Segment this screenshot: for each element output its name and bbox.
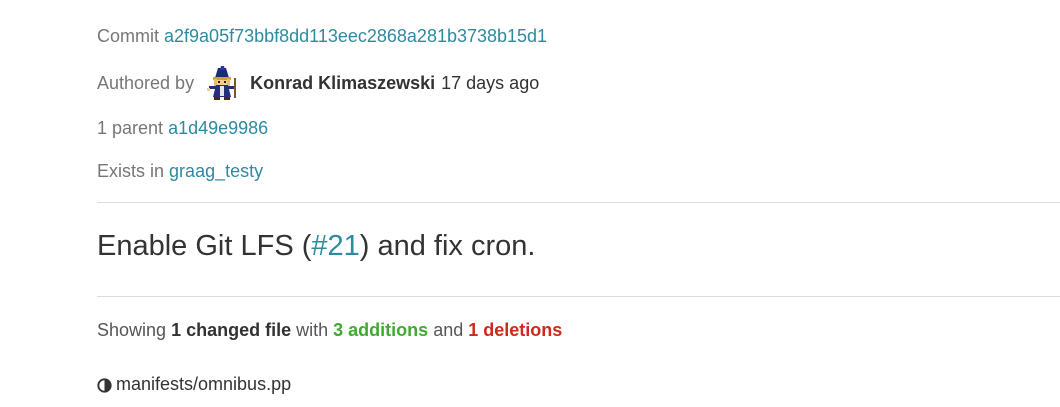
exists-row: Exists in graag_testy	[97, 161, 263, 182]
commit-label: Commit	[97, 26, 159, 46]
divider	[97, 202, 1060, 203]
commit-page: Commit a2f9a05f73bbf8dd113eec2868a281b37…	[0, 0, 1060, 407]
branch-link[interactable]: graag_testy	[169, 161, 263, 182]
issue-ref-link[interactable]: #21	[311, 230, 359, 262]
summary-showing: Showing	[97, 320, 167, 340]
commit-message: Enable Git LFS (#21) and fix cron.	[97, 230, 535, 263]
divider	[97, 296, 1060, 297]
exists-label: Exists in	[97, 161, 165, 181]
commit-hash-link[interactable]: a2f9a05f73bbf8dd113eec2868a281b3738b15d1	[164, 26, 547, 47]
parent-hash-link[interactable]: a1d49e9986	[168, 118, 268, 139]
deletions-count: 1 deletions	[468, 320, 563, 340]
author-name[interactable]: Konrad Klimaszewski	[250, 73, 435, 94]
file-item[interactable]: manifests/omnibus.pp	[97, 374, 291, 395]
summary-with: with	[296, 320, 329, 340]
changed-files-count[interactable]: 1 changed file	[171, 320, 291, 340]
authored-by-label: Authored by	[97, 72, 195, 93]
wizard-avatar-icon	[207, 66, 237, 100]
file-path[interactable]: manifests/omnibus.pp	[116, 374, 291, 395]
commit-message-after: ) and fix cron.	[359, 230, 536, 262]
author-time: 17 days ago	[441, 72, 540, 93]
avatar[interactable]	[205, 66, 239, 100]
parent-label: 1 parent	[97, 118, 164, 138]
half-circle-icon	[97, 377, 112, 393]
commit-message-before: Enable Git LFS (	[97, 230, 312, 262]
diff-summary: Showing 1 changed file with 3 additions …	[97, 320, 562, 341]
author-row: Authored by Konrad Klimaszewski 17 days …	[97, 66, 539, 100]
commit-row: Commit a2f9a05f73bbf8dd113eec2868a281b37…	[97, 26, 547, 47]
additions-count: 3 additions	[333, 320, 429, 340]
summary-and: and	[433, 320, 464, 340]
parent-row: 1 parent a1d49e9986	[97, 118, 268, 139]
